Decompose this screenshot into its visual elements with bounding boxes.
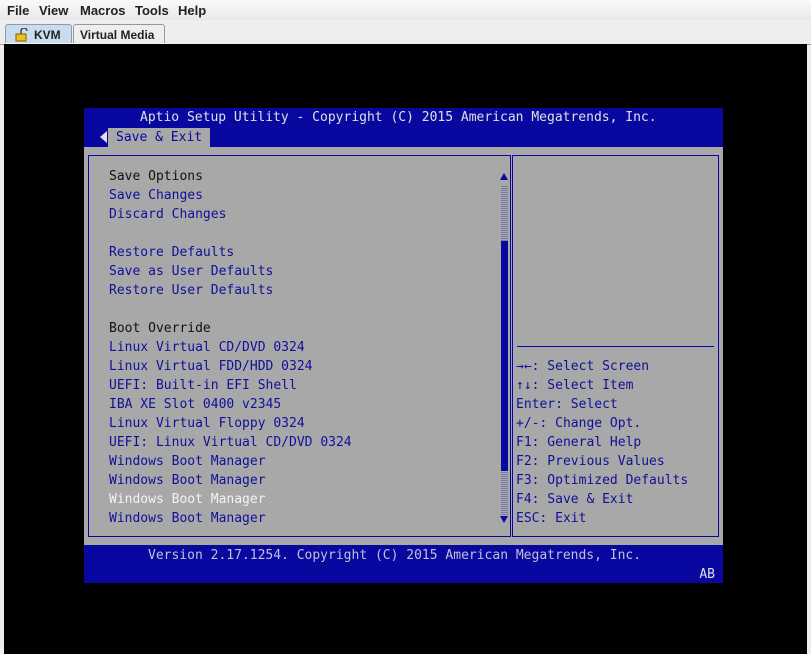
- tab-save-exit[interactable]: Save & Exit: [108, 128, 211, 147]
- help-line: F2: Previous Values: [516, 454, 665, 469]
- version-text: Version 2.17.1254. Copyright (C) 2015 Am…: [148, 548, 642, 563]
- scrollbar-thumb[interactable]: [501, 241, 508, 471]
- menu-option[interactable]: Linux Virtual Floppy 0324: [109, 414, 305, 433]
- bios-setup: Aptio Setup Utility - Copyright (C) 2015…: [84, 108, 723, 583]
- menu-option[interactable]: Save as User Defaults: [109, 262, 273, 281]
- tab-virtual-media[interactable]: Virtual Media: [73, 24, 165, 43]
- menu-option[interactable]: IBA XE Slot 0400 v2345: [109, 395, 281, 414]
- left-arrow-icon: [100, 131, 107, 143]
- menu-macros[interactable]: Macros: [80, 3, 126, 18]
- help-line: →←: Select Screen: [516, 359, 650, 374]
- section-header: Save Options: [109, 169, 203, 184]
- scroll-up-icon[interactable]: [500, 173, 508, 180]
- help-line: F3: Optimized Defaults: [516, 473, 689, 488]
- help-line: F4: Save & Exit: [516, 492, 634, 507]
- menu-option[interactable]: Restore User Defaults: [109, 281, 273, 300]
- menu-view[interactable]: View: [39, 3, 68, 18]
- bios-footer: Version 2.17.1254. Copyright (C) 2015 Am…: [84, 545, 723, 583]
- tab-bar: KVM Virtual Media: [0, 20, 811, 45]
- help-line: Enter: Select: [516, 397, 618, 412]
- menu-option[interactable]: Restore Defaults: [109, 243, 234, 262]
- help-line: +/-: Change Opt.: [516, 416, 642, 431]
- menu-tools[interactable]: Tools: [135, 3, 169, 18]
- menu-bar: File View Macros Tools Help: [0, 0, 811, 20]
- menu-option[interactable]: Linux Virtual FDD/HDD 0324: [109, 357, 313, 376]
- status-indicator: AB: [699, 567, 715, 582]
- menu-option[interactable]: Discard Changes: [109, 205, 226, 224]
- tab-kvm[interactable]: KVM: [5, 24, 72, 43]
- bios-title-bar: Aptio Setup Utility - Copyright (C) 2015…: [84, 108, 723, 147]
- scroll-down-icon[interactable]: [500, 516, 508, 523]
- section-header: Boot Override: [109, 321, 211, 336]
- menu-option[interactable]: Windows Boot Manager: [109, 490, 266, 509]
- help-panel: →←: Select Screen ↑↓: Select Item Enter: S…: [512, 155, 719, 537]
- menu-file[interactable]: File: [7, 3, 29, 18]
- menu-option[interactable]: UEFI: Built-in EFI Shell: [109, 376, 297, 395]
- menu-option[interactable]: UEFI: Linux Virtual CD/DVD 0324: [109, 433, 352, 452]
- bios-title: Aptio Setup Utility - Copyright (C) 2015…: [140, 110, 657, 125]
- help-line: F1: General Help: [516, 435, 642, 450]
- menu-option[interactable]: Windows Boot Manager: [109, 509, 266, 528]
- menu-help[interactable]: Help: [178, 3, 206, 18]
- unlock-icon: [15, 27, 28, 42]
- options-panel: Save Options Save Changes Discard Changes R…: [88, 155, 511, 537]
- tab-kvm-label: KVM: [34, 28, 61, 42]
- menu-option[interactable]: Linux Virtual CD/DVD 0324: [109, 338, 305, 357]
- menu-option[interactable]: Save Changes: [109, 186, 203, 205]
- menu-option[interactable]: Windows Boot Manager: [109, 452, 266, 471]
- help-line: ESC: Exit: [516, 511, 587, 526]
- help-line: ↑↓: Select Item: [516, 378, 634, 393]
- help-divider: [517, 346, 714, 347]
- menu-option[interactable]: Windows Boot Manager: [109, 471, 266, 490]
